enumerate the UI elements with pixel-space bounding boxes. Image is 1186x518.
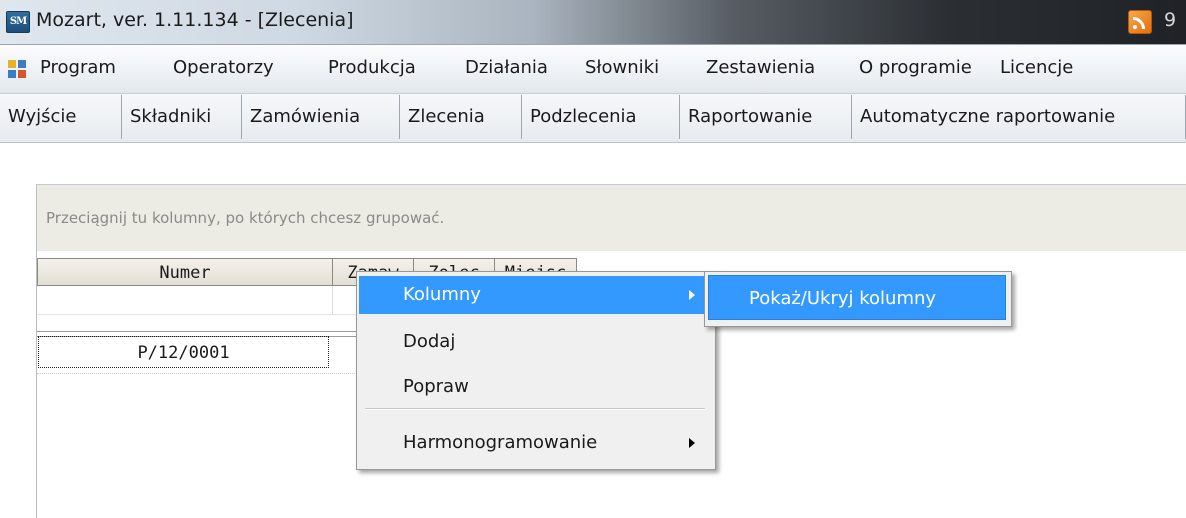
group-by-panel[interactable]: Przeciągnij tu kolumny, po których chces… (37, 185, 1186, 251)
menu-zestawienia[interactable]: Zestawienia (706, 57, 815, 78)
menu-o-programie[interactable]: O programie (859, 57, 972, 78)
menu-licencje[interactable]: Licencje (1000, 57, 1073, 78)
app-logo-icon[interactable]: SM (6, 11, 30, 33)
skladniki-button[interactable]: Składniki (122, 95, 242, 139)
window-title: Mozart, ver. 1.11.134 - [Zlecenia] (36, 9, 354, 31)
submenu-item-pokaz-ukryj-kolumny[interactable]: Pokaż/Ukryj kolumny (708, 275, 1006, 320)
group-by-hint: Przeciągnij tu kolumny, po których chces… (46, 209, 445, 227)
context-menu-item-kolumny[interactable]: Kolumny (359, 276, 711, 314)
menu-bar: Program Operatorzy Produkcja Działania S… (0, 45, 1186, 94)
menu-slowniki[interactable]: Słowniki (585, 57, 659, 78)
wyjscie-button[interactable]: Wyjście (0, 95, 122, 139)
automatyczne-raportowanie-button[interactable]: Automatyczne raportowanie (852, 95, 1186, 139)
columns-submenu: Pokaż/Ukryj kolumny (704, 271, 1012, 327)
context-menu-item-label: Harmonogramowanie (403, 432, 598, 453)
context-menu-item-label: Dodaj (403, 331, 456, 352)
raportowanie-button[interactable]: Raportowanie (680, 95, 852, 139)
menu-operatorzy[interactable]: Operatorzy (173, 57, 274, 78)
context-menu: Kolumny Dodaj Popraw Harmonogramowanie (356, 271, 716, 470)
zlecenia-button[interactable]: Zlecenia (400, 95, 522, 139)
menu-dzialania[interactable]: Działania (465, 57, 548, 78)
podzlecenia-button[interactable]: Podzlecenia (522, 95, 680, 139)
title-extra-text: 9 (1164, 9, 1177, 31)
context-menu-item-dodaj[interactable]: Dodaj (359, 323, 711, 361)
column-header-numer[interactable]: Numer (37, 258, 333, 286)
context-menu-item-label: Popraw (403, 376, 469, 397)
submenu-arrow-icon (689, 290, 695, 300)
submenu-arrow-icon (689, 438, 695, 448)
menu-program[interactable]: Program (40, 57, 116, 78)
context-menu-item-popraw[interactable]: Popraw (359, 368, 711, 406)
rss-icon[interactable] (1128, 10, 1152, 34)
mdi-window-icon[interactable] (8, 60, 26, 78)
context-menu-separator (365, 408, 705, 410)
zamowienia-button[interactable]: Zamówienia (242, 95, 400, 139)
menu-produkcja[interactable]: Produkcja (328, 57, 416, 78)
title-bar: SM Mozart, ver. 1.11.134 - [Zlecenia] 9 (0, 0, 1186, 45)
filter-row-divider (332, 286, 333, 314)
context-menu-item-label: Kolumny (403, 284, 481, 305)
context-menu-item-harmonogramowanie[interactable]: Harmonogramowanie (359, 424, 711, 462)
table-row-numer-cell[interactable]: P/12/0001 (38, 336, 329, 368)
toolbar: Wyjście Składniki Zamówienia Zlecenia Po… (0, 94, 1186, 143)
